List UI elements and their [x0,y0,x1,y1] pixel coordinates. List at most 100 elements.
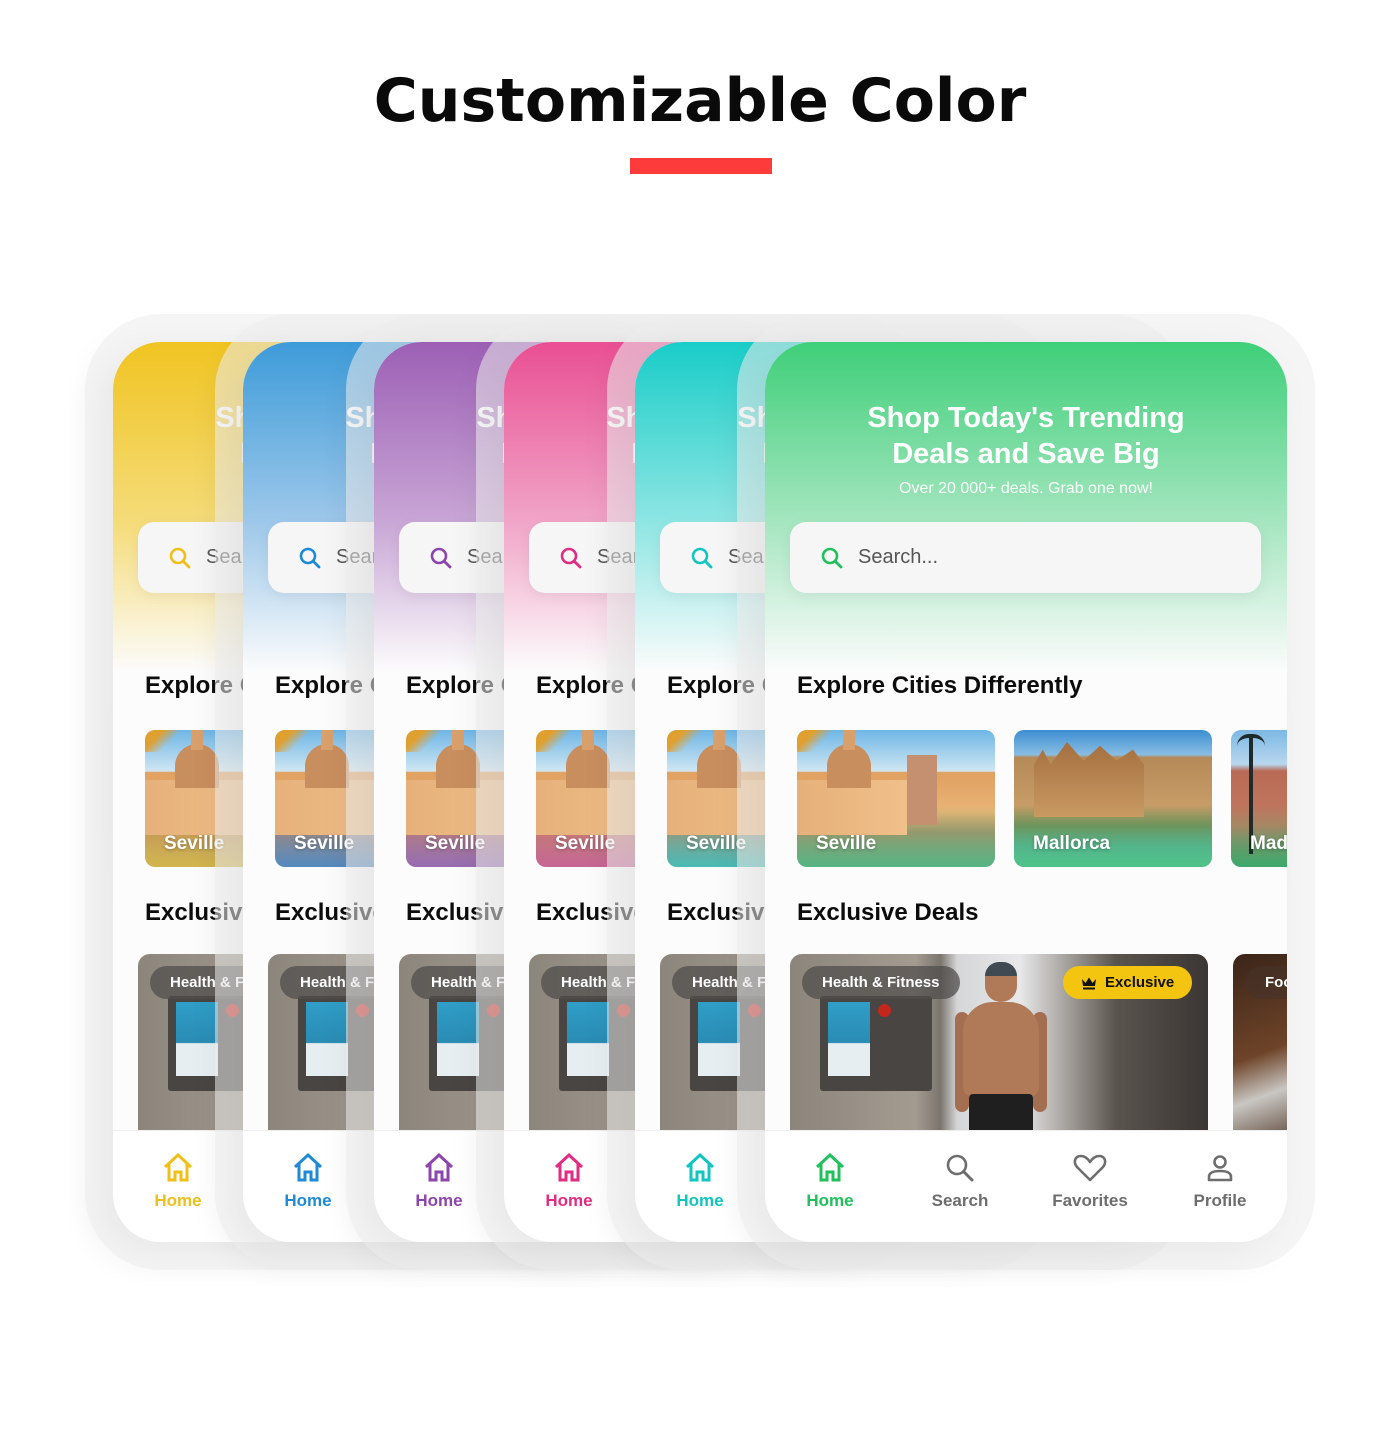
hero-title-line2: Deals and Save Big [892,438,1160,470]
tab-home[interactable]: Home [635,1131,765,1242]
home-icon [815,1153,845,1182]
tab-label: Home [806,1191,854,1210]
city-image-detail [907,755,937,825]
tab-home[interactable]: Home [765,1131,895,1242]
city-card-madrid[interactable]: Madrid [1231,730,1287,867]
deal-image-detail [306,1002,348,1076]
city-image-detail [582,730,594,750]
tab-label: Search [931,1191,989,1210]
search-icon [430,547,452,568]
deal-image-detail [356,1004,369,1017]
tab-label: Home [284,1191,332,1210]
tab-label: Home [676,1191,724,1210]
deal-image-detail [963,1002,1039,1097]
city-name: Madrid [1250,833,1287,854]
hero-title-line1: Shop Today's Trending [867,402,1185,434]
deal-image-detail [487,1004,500,1017]
deal-image-detail [226,1004,239,1017]
tab-home[interactable]: Home [374,1131,504,1242]
category-badge: Food [1245,966,1287,999]
deal-image-detail [567,1002,609,1076]
home-icon [293,1153,323,1182]
deal-image-detail [748,1004,761,1017]
city-name: Seville [686,833,747,854]
tab-label: Home [545,1191,593,1210]
exclusive-badge: Exclusive [1063,966,1193,999]
search-icon [169,547,191,568]
city-image-detail [406,730,446,752]
city-image-detail [843,730,855,750]
deal-card-health-fitness[interactable]: Health & Fitness Exclusive [790,954,1208,1144]
deal-image-detail [176,1002,218,1076]
phone-mockup-green: Shop Today's Trending Deals and Save Big… [765,342,1287,1242]
city-image-detail [667,730,707,752]
tab-search[interactable]: Search [895,1131,1025,1242]
city-image-detail [1237,734,1265,752]
search-icon [821,547,843,568]
tab-home[interactable]: Home [243,1131,373,1242]
search-icon [560,547,582,568]
crown-icon [1082,977,1096,989]
tab-home[interactable]: Home [504,1131,634,1242]
city-name: Seville [425,833,486,854]
tab-profile[interactable]: Profile [1155,1131,1285,1242]
home-icon [163,1153,193,1182]
deal-card-food[interactable]: Food [1233,954,1287,1144]
city-image [536,780,646,835]
exclusive-label: Exclusive [1105,974,1175,991]
category-badge: Health & Fitness [802,966,960,999]
tab-label: Home [154,1191,202,1210]
deal-image-detail [617,1004,630,1017]
page-title: Customizable Color [373,66,1027,136]
bottom-tab-bar: Home Search Favorites Pro [765,1130,1287,1242]
city-image-detail [145,730,185,752]
city-image [145,780,255,835]
city-image [1034,742,1144,817]
hero-header: Shop Today's Trending Deals and Save Big… [765,342,1287,672]
title-underline [630,158,772,174]
tab-label: Profile [1193,1191,1247,1210]
search-placeholder: Search... [858,546,939,568]
search-icon [946,1154,974,1182]
city-image-detail [536,730,576,752]
search-input[interactable]: Search... [790,522,1261,593]
home-icon [685,1153,715,1182]
home-icon [424,1153,454,1182]
user-icon [1207,1155,1233,1182]
city-name: Seville [555,833,616,854]
city-image-detail [191,730,203,750]
deal-image-detail [985,962,1017,1002]
tab-label: Favorites [1052,1191,1128,1210]
city-image-detail [797,730,837,752]
city-image-detail [275,730,315,752]
deal-image-person [955,962,1047,1144]
city-card-mallorca[interactable]: Mallorca [1014,730,1212,867]
deal-image-detail [878,1004,891,1017]
section-title-explore: Explore Cities Differently [797,672,1083,699]
city-image [275,780,385,835]
deal-image-detail [698,1002,740,1076]
tab-favorites[interactable]: Favorites [1025,1131,1155,1242]
deal-image-detail [437,1002,479,1076]
search-icon [691,547,713,568]
city-image [797,780,907,835]
deal-image-detail [828,1002,870,1076]
city-name: Seville [816,833,877,854]
search-icon [299,547,321,568]
deal-image [820,996,932,1091]
city-card-seville[interactable]: Seville [797,730,995,867]
tab-home[interactable]: Home [113,1131,243,1242]
city-image [667,780,777,835]
heart-icon [1073,1154,1107,1182]
hero-title: Shop Today's Trending Deals and Save Big [765,400,1287,472]
home-icon [554,1153,584,1182]
city-name: Seville [164,833,225,854]
city-image-detail [321,730,333,750]
hero-subtitle: Over 20 000+ deals. Grab one now! [899,480,1153,497]
city-name: Seville [294,833,355,854]
city-image [406,780,516,835]
tab-label: Home [415,1191,463,1210]
city-image-detail [452,730,464,750]
city-name: Mallorca [1033,833,1111,854]
section-title-deals: Exclusive Deals [797,899,979,926]
